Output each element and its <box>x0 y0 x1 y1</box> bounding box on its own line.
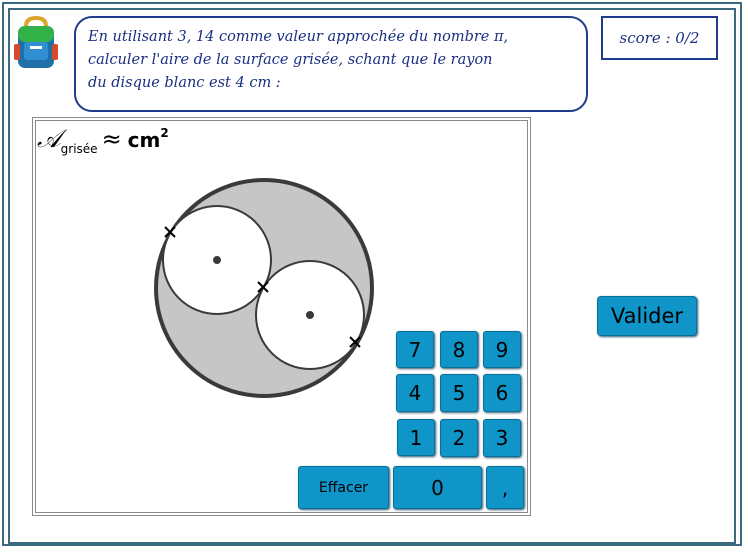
key-7[interactable]: 7 <box>396 331 434 368</box>
key-9[interactable]: 9 <box>483 331 521 368</box>
question-line: calculer l'aire de la surface grisée, sc… <box>88 52 493 68</box>
center-dot-upper <box>213 256 221 264</box>
key-8[interactable]: 8 <box>440 331 478 368</box>
question-box: En utilisant 3, 14 comme valeur approché… <box>74 16 588 112</box>
key-4[interactable]: 4 <box>396 374 434 412</box>
school-backpack-icon <box>14 16 58 68</box>
clear-button[interactable]: Effacer <box>298 466 389 509</box>
key-1[interactable]: 1 <box>397 419 435 456</box>
center-dot-lower <box>306 311 314 319</box>
comma-key[interactable]: , <box>486 466 524 509</box>
key-0[interactable]: 0 <box>393 466 482 509</box>
question-line: du disque blanc est 4 cm : <box>88 75 281 91</box>
score-box: score : 0/2 <box>601 16 718 60</box>
question-line: En utilisant 3, 14 comme valeur approché… <box>88 29 509 45</box>
key-3[interactable]: 3 <box>483 419 521 457</box>
key-6[interactable]: 6 <box>483 374 521 412</box>
key-2[interactable]: 2 <box>440 419 478 457</box>
key-5[interactable]: 5 <box>440 374 478 412</box>
validate-button[interactable]: Valider <box>597 296 697 336</box>
